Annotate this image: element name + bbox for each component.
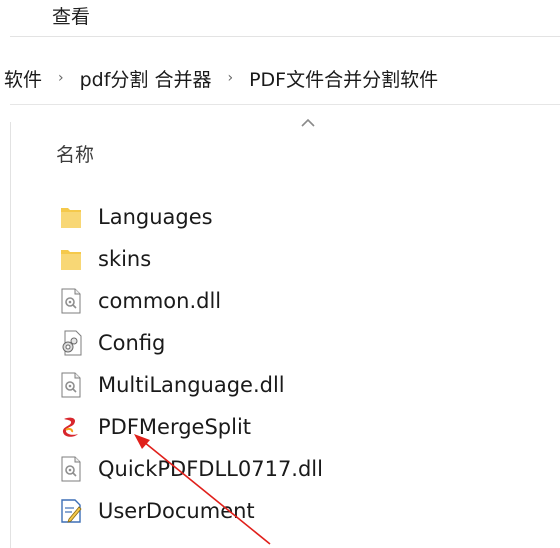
breadcrumb-separator-icon[interactable]: › — [46, 70, 76, 86]
ribbon-divider — [10, 36, 560, 37]
file-name: PDFMergeSplit — [98, 415, 252, 439]
navigation-pane-border — [10, 122, 11, 548]
file-row-quickpdfdll-dll[interactable]: QuickPDFDLL0717.dll — [60, 448, 323, 490]
breadcrumb: 软件 › pdf分割 合并器 › PDF文件合并分割软件 — [0, 54, 442, 102]
file-name: MultiLanguage.dll — [98, 373, 285, 397]
file-name: common.dll — [98, 289, 222, 313]
breadcrumb-item-software[interactable]: 软件 — [0, 65, 46, 92]
address-divider — [10, 104, 560, 105]
app-executable-icon — [60, 414, 82, 440]
column-header-name[interactable]: 名称 — [56, 140, 94, 167]
file-name: UserDocument — [98, 499, 255, 523]
file-row-languages[interactable]: Languages — [60, 196, 323, 238]
dll-file-icon — [60, 456, 82, 482]
breadcrumb-separator-icon[interactable]: › — [215, 70, 245, 86]
breadcrumb-item-current-folder[interactable]: PDF文件合并分割软件 — [245, 65, 442, 92]
file-row-userdocument[interactable]: UserDocument — [60, 490, 323, 532]
file-row-common-dll[interactable]: common.dll — [60, 280, 323, 322]
file-name: skins — [98, 247, 152, 271]
file-name: Languages — [98, 205, 213, 229]
folder-icon — [60, 204, 82, 230]
dll-file-icon — [60, 288, 82, 314]
explorer-window: 查看 软件 › pdf分割 合并器 › PDF文件合并分割软件 名称 Langu… — [0, 0, 560, 548]
file-row-skins[interactable]: skins — [60, 238, 323, 280]
file-row-config[interactable]: Config — [60, 322, 323, 364]
file-row-pdfmergesplit[interactable]: PDFMergeSplit — [60, 406, 323, 448]
file-name: QuickPDFDLL0717.dll — [98, 457, 323, 481]
file-name: Config — [98, 331, 166, 355]
ribbon-tab-view[interactable]: 查看 — [52, 2, 90, 29]
document-shortcut-icon — [60, 498, 82, 524]
config-file-icon — [60, 330, 82, 356]
sort-ascending-icon — [301, 118, 315, 127]
file-list: Languages skins common.dll Config MultiL… — [60, 196, 323, 532]
breadcrumb-item-pdf-split-merger[interactable]: pdf分割 合并器 — [76, 65, 216, 92]
folder-icon — [60, 246, 82, 272]
file-row-multilanguage-dll[interactable]: MultiLanguage.dll — [60, 364, 323, 406]
dll-file-icon — [60, 372, 82, 398]
